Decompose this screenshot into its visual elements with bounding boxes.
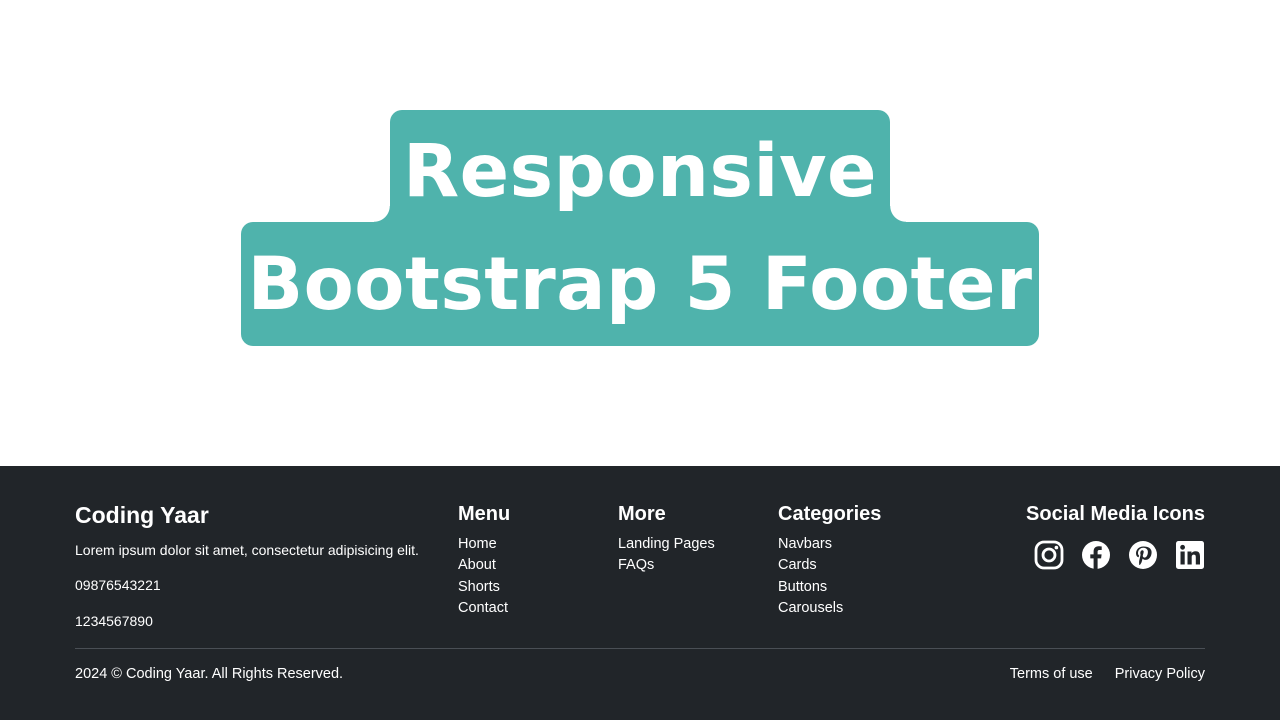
- footer-legal-links: Terms of use Privacy Policy: [1010, 666, 1205, 682]
- social-icons-row: [1034, 540, 1205, 570]
- instagram-icon[interactable]: [1034, 540, 1064, 570]
- footer-copyright: 2024 © Coding Yaar. All Rights Reserved.: [75, 666, 344, 682]
- footer-more-title: More: [618, 503, 666, 525]
- social-media-title: Social Media Icons: [1026, 503, 1205, 525]
- footer-link-contact[interactable]: Contact: [458, 600, 508, 616]
- footer-link-home[interactable]: Home: [458, 536, 497, 552]
- footer-link-buttons[interactable]: Buttons: [778, 579, 827, 595]
- footer-link-shorts[interactable]: Shorts: [458, 579, 500, 595]
- footer-phone-1: 09876543221: [75, 577, 161, 593]
- footer-link-navbars[interactable]: Navbars: [778, 536, 832, 552]
- footer-link-about[interactable]: About: [458, 557, 496, 573]
- footer-link-cards[interactable]: Cards: [778, 557, 817, 573]
- footer-menu-title: Menu: [458, 503, 511, 525]
- footer-more-column: More Landing Pages FAQs: [618, 503, 715, 577]
- privacy-policy-link[interactable]: Privacy Policy: [1115, 666, 1205, 682]
- footer-categories-column: Categories Navbars Cards Buttons Carouse…: [778, 503, 881, 619]
- footer-menu-column: Menu Home About Shorts Contact: [458, 503, 510, 619]
- footer-link-faqs[interactable]: FAQs: [618, 557, 654, 573]
- linkedin-icon[interactable]: [1175, 540, 1205, 570]
- hero-notch-right: [890, 206, 906, 222]
- footer-brand: Coding Yaar: [75, 502, 209, 528]
- footer-categories-title: Categories: [778, 503, 882, 525]
- footer-link-carousels[interactable]: Carousels: [778, 600, 843, 616]
- hero-title-line-2: Bootstrap 5 Footer: [241, 222, 1039, 346]
- pinterest-icon[interactable]: [1128, 540, 1158, 570]
- footer-phone-2: 1234567890: [75, 613, 153, 629]
- site-footer: Coding Yaar Lorem ipsum dolor sit amet, …: [0, 466, 1280, 720]
- hero-banner: Responsive Bootstrap 5 Footer: [0, 0, 1280, 466]
- footer-divider: [75, 648, 1205, 649]
- footer-description: Lorem ipsum dolor sit amet, consectetur …: [75, 542, 419, 558]
- terms-of-use-link[interactable]: Terms of use: [1010, 666, 1093, 682]
- hero-title-line-1: Responsive: [390, 110, 890, 230]
- hero-notch-left: [374, 206, 390, 222]
- footer-link-landing-pages[interactable]: Landing Pages: [618, 536, 715, 552]
- facebook-icon[interactable]: [1081, 540, 1111, 570]
